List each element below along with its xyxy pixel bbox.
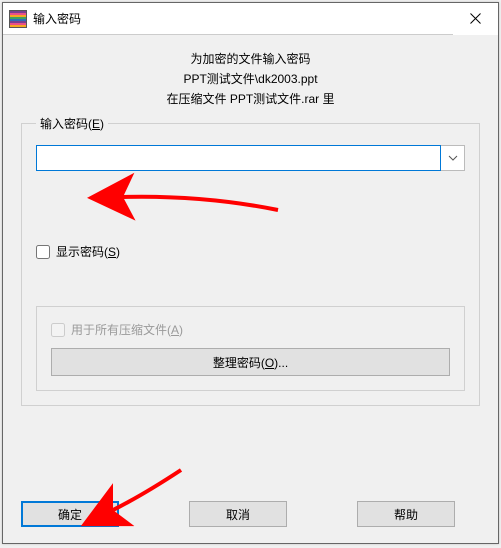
all-archives-checkbox: [51, 323, 65, 337]
organize-passwords-button[interactable]: 整理密码(O)...: [51, 348, 450, 376]
dialog-content: 为加密的文件输入密码 PPT测试文件\dk2003.ppt 在压缩文件 PPT测…: [3, 35, 498, 543]
all-archives-label: 用于所有压缩文件(A): [71, 321, 183, 338]
header-line3: 在压缩文件 PPT测试文件.rar 里: [21, 89, 480, 109]
show-password-row: 显示密码(S): [36, 243, 465, 260]
header-line1: 为加密的文件输入密码: [21, 49, 480, 69]
close-button[interactable]: [453, 3, 498, 35]
all-archives-row: 用于所有压缩文件(A): [51, 321, 450, 338]
close-icon: [470, 13, 481, 24]
password-row: [36, 145, 465, 171]
password-fieldset: 输入密码(E) 显示密码(S) 用于所有压缩文件(A): [21, 123, 480, 406]
show-password-checkbox[interactable]: [36, 245, 50, 259]
show-password-label[interactable]: 显示密码(S): [56, 243, 120, 260]
ok-button[interactable]: 确定: [21, 501, 119, 527]
sub-options-box: 用于所有压缩文件(A) 整理密码(O)...: [36, 306, 465, 391]
titlebar: 输入密码: [3, 3, 498, 35]
window-title: 输入密码: [33, 10, 453, 27]
header-line2: PPT测试文件\dk2003.ppt: [21, 69, 480, 89]
header-message: 为加密的文件输入密码 PPT测试文件\dk2003.ppt 在压缩文件 PPT测…: [21, 49, 480, 109]
password-dialog: 输入密码 为加密的文件输入密码 PPT测试文件\dk2003.ppt 在压缩文件…: [2, 2, 499, 544]
password-dropdown-button[interactable]: [441, 145, 465, 171]
help-button[interactable]: 帮助: [357, 501, 455, 527]
winrar-icon: [9, 10, 27, 28]
chevron-down-icon: [448, 155, 458, 161]
cancel-button[interactable]: 取消: [189, 501, 287, 527]
dialog-buttons: 确定 取消 帮助: [21, 501, 480, 527]
password-label: 输入密码(E): [36, 115, 108, 132]
password-input[interactable]: [36, 145, 441, 171]
